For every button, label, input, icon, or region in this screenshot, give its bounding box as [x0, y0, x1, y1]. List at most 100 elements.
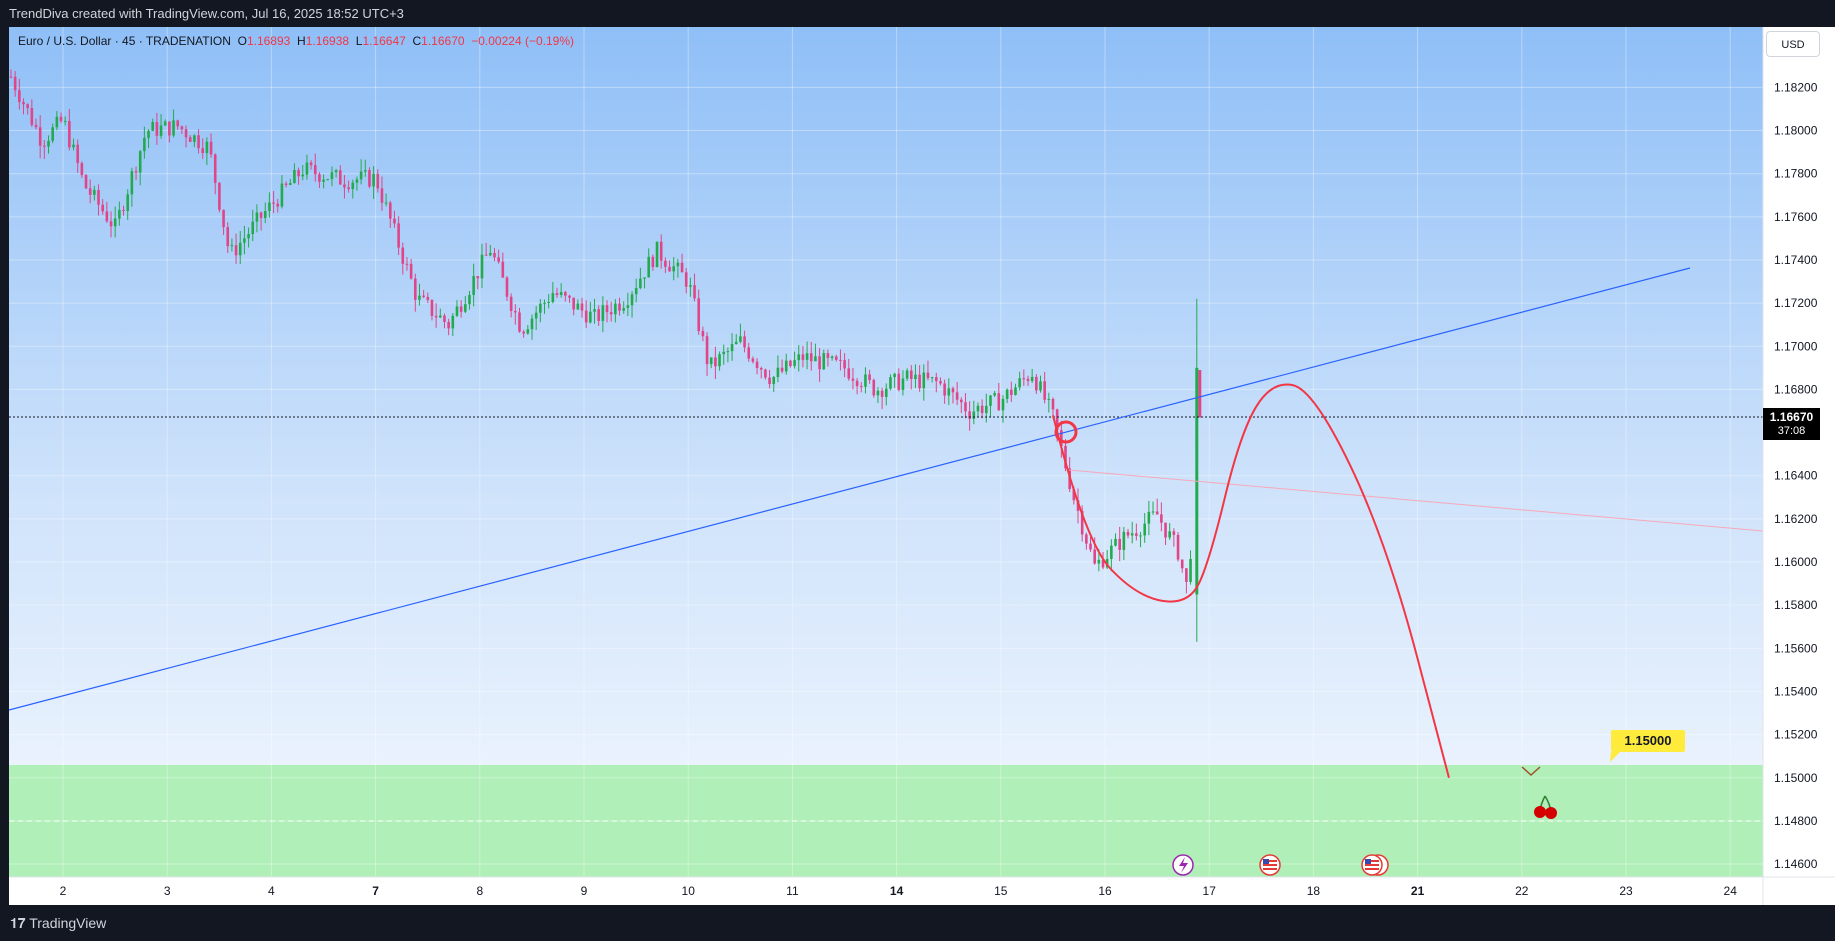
candle-body [476, 276, 480, 279]
price-tick-label: 1.16400 [1774, 469, 1818, 483]
tradingview-logo[interactable]: 𝟏𝟕 TradingView [10, 905, 106, 941]
time-tick-label: 11 [786, 884, 799, 898]
candle-body [564, 292, 567, 296]
candle-body [864, 374, 867, 387]
time-tick-label: 14 [890, 884, 904, 898]
change-value: −0.00224 (−0.19%) [471, 34, 574, 48]
time-tick-label: 16 [1098, 884, 1112, 898]
candle-body [105, 211, 109, 222]
candle-body [976, 405, 980, 412]
candle-body [872, 380, 876, 396]
candle-body [889, 377, 892, 389]
candle-body [939, 381, 942, 384]
candle-body [1030, 376, 1034, 382]
candle-body [697, 298, 701, 332]
candle-body [847, 368, 851, 379]
candle-body [118, 209, 121, 219]
candle-body [843, 360, 846, 369]
candle-body [518, 312, 521, 332]
open-value: 1.16893 [246, 34, 291, 48]
candle-body [26, 104, 29, 109]
candle-body [188, 137, 192, 142]
candle-body [693, 285, 696, 299]
candle-body [668, 266, 671, 272]
candle-body [155, 121, 159, 136]
candle-body [1118, 538, 1121, 550]
symbol-label[interactable]: Euro / U.S. Dollar · 45 · TRADENATION [18, 34, 231, 48]
price-tick-label: 1.17800 [1774, 167, 1818, 181]
target-price-label[interactable]: 1.15000 [1611, 730, 1685, 752]
candle-body [76, 144, 79, 164]
candle-body [268, 202, 271, 212]
candle-body [372, 173, 375, 187]
candle-body [1085, 534, 1088, 544]
currency-button[interactable]: USD [1766, 31, 1820, 57]
lightning-event-icon[interactable] [1172, 854, 1194, 876]
candle-body [551, 293, 555, 302]
price-axis[interactable]: 1.18200 1.18000 1.17800 1.17600 1.17400 1.172… [1774, 80, 1818, 871]
candle-body [355, 179, 359, 183]
candle-body [1097, 559, 1101, 564]
candle-body [1160, 514, 1163, 523]
candle-body [589, 311, 592, 323]
candle-body [664, 260, 667, 267]
candle-body [768, 377, 771, 385]
candle-body [1035, 376, 1038, 391]
candle-body [293, 169, 296, 184]
last-price-value: 1.16670 [1769, 410, 1814, 424]
price-tick-label: 1.14800 [1774, 814, 1818, 828]
candle-body [97, 190, 100, 205]
time-axis[interactable]: 2 3 4 7 8 9 10 11 14 15 16 17 18 21 22 23 24 [9, 877, 1763, 905]
candle-body [193, 135, 196, 142]
us-flag-event-icon[interactable] [1259, 854, 1281, 876]
candle-body [960, 399, 963, 403]
candle-body [201, 148, 205, 154]
price-tick-label: 1.15000 [1774, 771, 1818, 785]
candle-body [526, 329, 530, 334]
candle-body [134, 171, 138, 173]
candle-body [38, 127, 42, 146]
candle-body [1026, 378, 1030, 382]
candle-body [514, 311, 517, 313]
candle-body [143, 137, 146, 152]
candle-body [964, 402, 967, 412]
price-chart[interactable]: 1.18200 1.18000 1.17800 1.17600 1.17400 1.172… [0, 0, 1835, 941]
candle-body [614, 303, 617, 315]
candle-body [9, 76, 13, 78]
candle-body [163, 121, 167, 126]
candle-body [818, 356, 821, 370]
candle-body [547, 301, 550, 303]
candle-body [455, 306, 459, 316]
candle-body [689, 285, 692, 287]
candle-body [1147, 511, 1151, 524]
time-tick-label: 7 [372, 884, 379, 898]
candle-body [272, 202, 275, 204]
candle-body [1126, 531, 1130, 536]
candle-body [484, 254, 488, 256]
candle-body [318, 174, 321, 182]
candle-body [168, 121, 171, 136]
us-flag-event-icon[interactable] [1361, 854, 1389, 876]
open-label: O [237, 34, 247, 48]
candle-body [138, 151, 142, 173]
candle-body [822, 353, 826, 370]
candle-body [251, 221, 255, 235]
price-tick-label: 1.17200 [1774, 296, 1818, 310]
candle-body [776, 367, 780, 378]
candle-body [730, 344, 734, 352]
candle-body [301, 174, 305, 177]
candle-body [468, 294, 471, 305]
candle-body [376, 173, 380, 189]
candle-body [130, 171, 134, 195]
candle-body [213, 154, 217, 183]
ohlc-legend[interactable]: Euro / U.S. Dollar · 45 · TRADENATION O1… [18, 34, 574, 48]
price-tick-label: 1.17400 [1774, 253, 1818, 267]
candle-body [897, 373, 901, 390]
candle-body [609, 312, 613, 315]
candle-body [884, 388, 888, 397]
candle-body [659, 241, 663, 261]
candle-body [934, 377, 938, 382]
low-value: 1.16647 [362, 34, 406, 48]
candle-body [705, 336, 709, 365]
candle-body [422, 295, 425, 297]
